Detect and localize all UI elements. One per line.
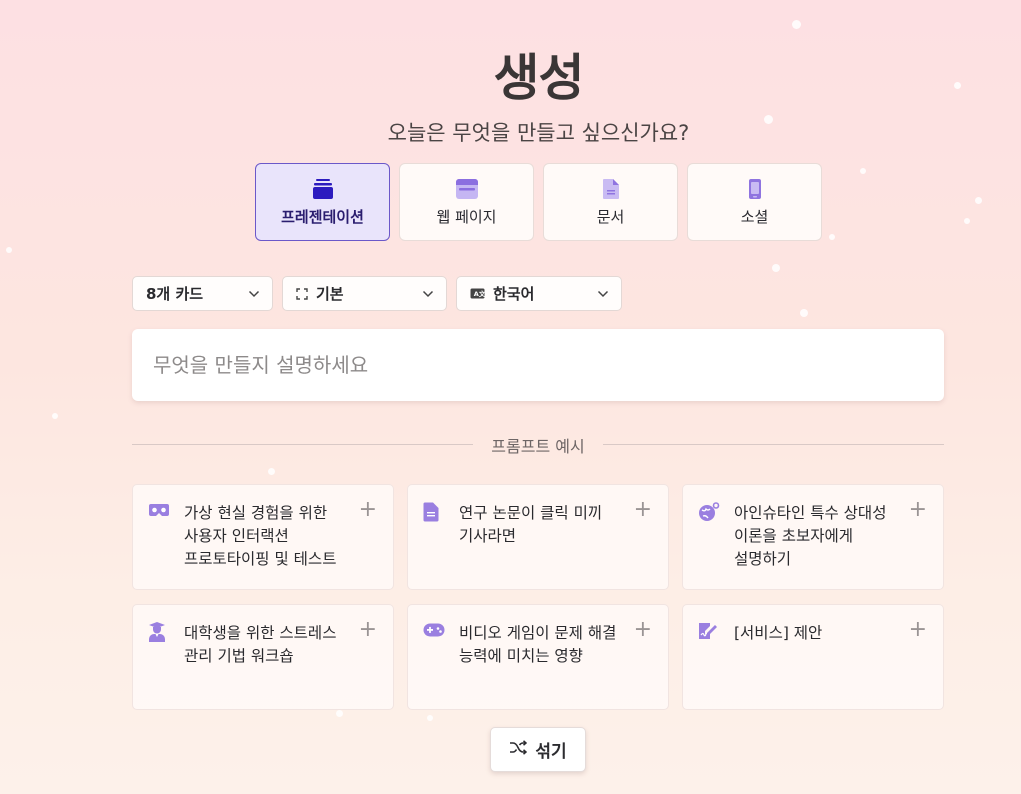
chevron-down-icon <box>248 290 260 298</box>
example-card[interactable]: 아인슈타인 특수 상대성 이론을 초보자에게 설명하기 + <box>682 484 944 590</box>
card-count-value: 8개 카드 <box>146 285 204 303</box>
example-card[interactable]: [서비스] 제안 + <box>682 604 944 710</box>
translate-icon: A文 <box>470 288 485 299</box>
add-example-icon[interactable]: + <box>634 619 652 641</box>
shuffle-button[interactable]: 섞기 <box>490 727 586 772</box>
add-example-icon[interactable]: + <box>359 619 377 641</box>
tab-document[interactable]: 문서 <box>543 163 678 241</box>
tab-label: 소셜 <box>740 207 769 226</box>
layers-icon <box>312 178 334 200</box>
chevron-down-icon <box>597 290 609 298</box>
content-type-tabs: 프레젠테이션 웹 페이지 문서 소셜 <box>255 163 822 241</box>
example-text: 가상 현실 경험을 위한 사용자 인터랙션 프로토타이핑 및 테스트 <box>184 504 337 568</box>
prompt-input[interactable] <box>153 353 944 377</box>
signature-icon <box>698 622 718 644</box>
format-value: 기본 <box>316 285 344 303</box>
examples-heading: 프롬프트 예시 <box>491 437 585 456</box>
card-count-select[interactable]: 8개 카드 <box>132 276 273 311</box>
tab-label: 문서 <box>596 207 625 226</box>
browser-window-icon <box>455 178 479 200</box>
add-example-icon[interactable]: + <box>909 499 927 521</box>
expand-icon <box>296 287 308 300</box>
add-example-icon[interactable]: + <box>359 499 377 521</box>
example-text: [서비스] 제안 <box>734 624 823 642</box>
page-subtitle: 오늘은 무엇을 만들고 싶으신가요? <box>387 121 690 145</box>
example-card[interactable]: 대학생을 위한 스트레스 관리 기법 워크숍 + <box>132 604 394 710</box>
globe-orbit-icon <box>698 502 720 526</box>
tab-web-page[interactable]: 웹 페이지 <box>399 163 534 241</box>
graduate-icon <box>148 622 166 646</box>
add-example-icon[interactable]: + <box>634 499 652 521</box>
language-value: 한국어 <box>493 285 535 303</box>
format-select[interactable]: 기본 <box>282 276 447 311</box>
tab-presentation[interactable]: 프레젠테이션 <box>255 163 390 241</box>
svg-text:A文: A文 <box>474 289 485 298</box>
example-text: 대학생을 위한 스트레스 관리 기법 워크숍 <box>184 624 337 665</box>
prompt-examples-grid: 가상 현실 경험을 위한 사용자 인터랙션 프로토타이핑 및 테스트 + 연구 … <box>132 484 944 710</box>
add-example-icon[interactable]: + <box>909 619 927 641</box>
phone-icon <box>748 178 762 200</box>
chevron-down-icon <box>422 290 434 298</box>
page-title: 생성 <box>493 49 585 107</box>
divider-line-right <box>603 444 944 445</box>
prompt-input-container <box>132 329 944 401</box>
shuffle-icon <box>509 739 528 760</box>
tab-label: 웹 페이지 <box>436 207 497 226</box>
document-icon <box>602 178 620 200</box>
example-card[interactable]: 비디오 게임이 문제 해결 능력에 미치는 영향 + <box>407 604 669 710</box>
example-text: 아인슈타인 특수 상대성 이론을 초보자에게 설명하기 <box>734 504 887 568</box>
tab-social[interactable]: 소셜 <box>687 163 822 241</box>
example-text: 비디오 게임이 문제 해결 능력에 미치는 영향 <box>459 624 617 665</box>
examples-divider: 프롬프트 예시 <box>132 432 944 456</box>
options-bar: 8개 카드 기본 A文 한국어 <box>132 276 622 311</box>
tab-label: 프레젠테이션 <box>281 207 364 226</box>
example-card[interactable]: 가상 현실 경험을 위한 사용자 인터랙션 프로토타이핑 및 테스트 + <box>132 484 394 590</box>
example-text: 연구 논문이 클릭 미끼 기사라면 <box>459 504 603 545</box>
vr-headset-icon <box>148 502 170 522</box>
example-card[interactable]: 연구 논문이 클릭 미끼 기사라면 + <box>407 484 669 590</box>
document-icon <box>423 502 439 526</box>
gamepad-icon <box>423 622 445 641</box>
language-select[interactable]: A文 한국어 <box>456 276 622 311</box>
shuffle-label: 섞기 <box>535 742 567 762</box>
